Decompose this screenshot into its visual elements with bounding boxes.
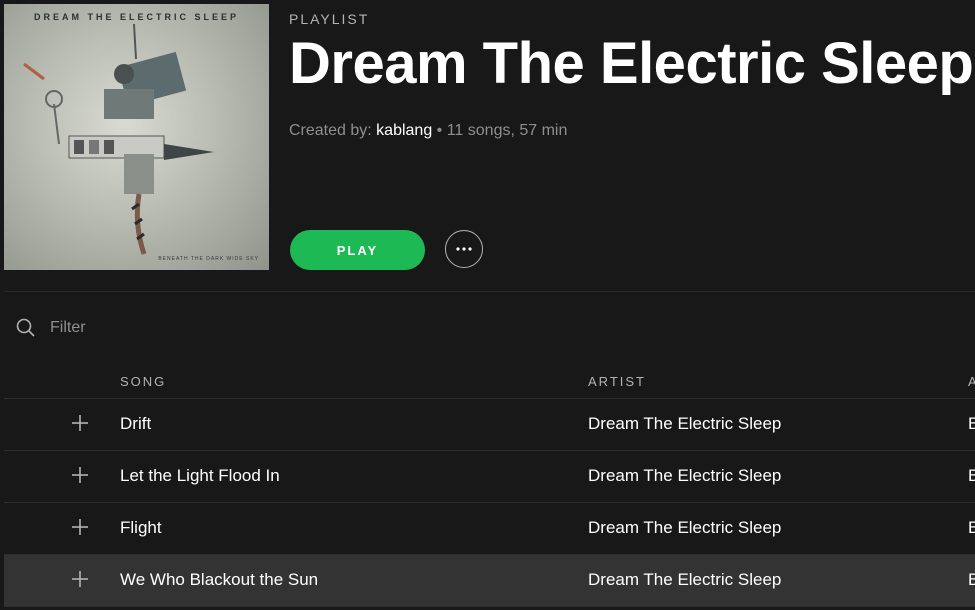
more-options-button[interactable] [445,230,483,268]
filter-input[interactable] [48,318,292,338]
add-track-icon[interactable] [70,413,90,433]
owner-link[interactable]: kablang [376,122,432,139]
playlist-type-label: PLAYLIST [289,11,370,27]
cover-band-text: DREAM THE ELECTRIC SLEEP [33,12,239,22]
playlist-cover-art: DREAM THE ELECTRIC SLEEP BENEATH THE DAR… [4,4,269,270]
track-row[interactable]: Drift Dream The Electric Sleep B [4,399,975,451]
track-artist[interactable]: Dream The Electric Sleep [588,466,781,486]
playlist-details: • 11 songs, 57 min [436,122,568,139]
track-title: Flight [120,518,162,537]
add-track-icon[interactable] [70,569,90,589]
track-album[interactable]: B [968,466,975,486]
add-track-icon[interactable] [70,465,90,485]
track-row[interactable]: Let the Light Flood In Dream The Electri… [4,451,975,503]
created-by-label: Created by: [289,122,372,139]
track-artist[interactable]: Dream The Electric Sleep [588,518,781,538]
track-album[interactable]: B [968,518,975,538]
column-header-song[interactable]: SONG [120,374,166,389]
add-track-icon[interactable] [70,517,90,537]
track-album[interactable]: B [968,570,975,590]
ellipsis-icon [456,247,472,251]
column-header-album[interactable]: A [968,374,975,389]
filter-bar [16,314,316,342]
track-table-header: SONG ARTIST A [4,370,975,399]
playlist-meta: Created by: kablang • 11 songs, 57 min [289,122,567,140]
track-row-highlighted[interactable]: We Who Blackout the Sun Dream The Electr… [4,555,975,607]
cover-album-text: BENEATH THE DARK WIDE SKY [158,256,259,262]
cover-artwork-illustration [23,23,214,255]
track-artist[interactable]: Dream The Electric Sleep [588,414,781,434]
playlist-title: Dream The Electric Sleep [289,31,974,96]
header-divider [4,291,975,292]
track-title: Drift [120,414,152,433]
column-header-artist[interactable]: ARTIST [588,374,646,389]
play-button[interactable]: PLAY [290,230,425,270]
track-album[interactable]: B [968,414,975,434]
track-artist[interactable]: Dream The Electric Sleep [588,570,781,590]
track-title: We Who Blackout the Sun [120,570,319,589]
search-icon [16,318,35,337]
track-title: Let the Light Flood In [120,466,280,485]
track-row[interactable]: Flight Dream The Electric Sleep B [4,503,975,555]
